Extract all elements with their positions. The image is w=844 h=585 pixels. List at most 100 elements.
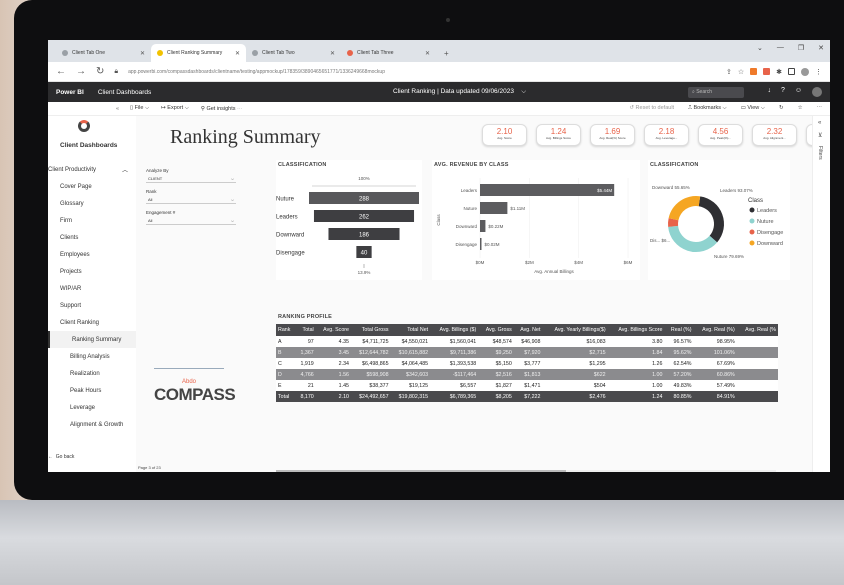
table-row[interactable]: D 4,766 1.56 $598,908 $342,603 -$117,464 $2,51… (276, 369, 778, 380)
report-header-title[interactable]: Client Ranking | Data updated 09/06/2023… (393, 88, 526, 96)
column-header[interactable]: Real (%) (664, 324, 694, 336)
url-field[interactable]: app.powerbi.com/compassdashboards/client… (128, 69, 716, 75)
share-icon[interactable]: ⇪ (726, 68, 732, 76)
column-header[interactable]: Avg. Real (% (736, 324, 778, 336)
column-header[interactable]: Total Gross (350, 324, 391, 336)
nav-subitem[interactable]: Realization (48, 365, 136, 382)
restore-icon[interactable]: ❐ (798, 44, 804, 52)
scrollbar-thumb[interactable] (276, 470, 566, 472)
table-row[interactable]: A 97 4.35 $4,711,725 $4,550,021 $1,560,041 $48… (276, 336, 778, 347)
nav-subitem[interactable]: Leverage (48, 399, 136, 416)
view-menu[interactable]: ▭ View ⌵ (741, 105, 765, 112)
sidepanel-icon[interactable] (788, 68, 795, 75)
nav-subitem[interactable]: Ranking Summary (48, 331, 136, 348)
workspace-name[interactable]: Client Dashboards (98, 89, 151, 96)
tab-search-icon[interactable]: ⌄ (757, 44, 763, 52)
lock-icon[interactable]: 🔒︎ (114, 68, 118, 76)
browser-tab[interactable]: Client Tab Two ✕ (246, 44, 341, 62)
classification-funnel[interactable]: CLASSIFICATION 100% 288 Nuture 262 Leaders 18… (276, 160, 422, 280)
user-avatar[interactable] (812, 87, 822, 97)
collapse-nav-icon[interactable]: « (116, 106, 119, 112)
browser-tab[interactable]: Client Tab One ✕ (56, 44, 151, 62)
legend-entry[interactable]: Disengage (757, 230, 783, 236)
nav-item[interactable]: Clients (48, 229, 136, 246)
nav-item[interactable]: Projects (48, 263, 136, 280)
nav-subitem[interactable]: Billing Analysis (48, 348, 136, 365)
kpi-card[interactable]: 2.32 Avg. Alignment... (752, 124, 797, 146)
powerbi-brand[interactable]: Power BI (56, 89, 84, 96)
legend-entry[interactable]: Downward (757, 241, 783, 247)
column-header[interactable]: Avg. Real (%) (693, 324, 737, 336)
more-options-icon[interactable]: ⋯ (817, 105, 823, 112)
nav-item[interactable]: Employees (48, 246, 136, 263)
column-header[interactable]: Avg. Yearly Billings($) (542, 324, 608, 336)
nav-item[interactable]: Support (48, 297, 136, 314)
slicer-dropdown[interactable]: CLIENT ⌵ (146, 175, 236, 183)
browser-tab[interactable]: Client Tab Three ✕ (341, 44, 436, 62)
column-header[interactable]: Avg. Gross (478, 324, 514, 336)
tab-close-icon[interactable]: ✕ (140, 50, 145, 57)
insights-button[interactable]: ⚲ Get insights ··· (201, 106, 243, 112)
browser-tab[interactable]: Client Ranking Summary ✕ (151, 44, 246, 62)
table-row[interactable]: C 1,919 2.34 $6,498,865 $4,064,485 $1,393,538… (276, 358, 778, 369)
table-row[interactable]: B 1,367 3.45 $12,644,782 $10,615,882 $9,711,3… (276, 347, 778, 358)
column-header[interactable]: Total Net (390, 324, 431, 336)
table-scrollbar[interactable] (276, 470, 776, 472)
nav-subitem[interactable]: Peak Hours (48, 382, 136, 399)
chevron-down-icon[interactable]: ⌵ (521, 88, 526, 95)
nav-item[interactable]: Glossary (48, 195, 136, 212)
donut-slice[interactable] (668, 196, 701, 221)
column-header[interactable]: Avg. Net (513, 324, 543, 336)
ranking-profile-table[interactable]: Rank Total Avg. Score Total Gross Total Net A… (276, 324, 778, 402)
legend-entry[interactable]: Nuture (757, 219, 774, 225)
file-menu[interactable]: ▯ File ⌵ (130, 105, 149, 112)
puzzle-icon[interactable]: ✱ (776, 68, 782, 76)
extension-orange-icon[interactable] (750, 68, 758, 75)
profile-avatar[interactable] (801, 67, 809, 76)
export-menu[interactable]: ↦ Export ⌵ (161, 105, 189, 112)
tab-close-icon[interactable]: ✕ (235, 50, 240, 57)
nav-item[interactable]: Cover Page (48, 178, 136, 195)
download-icon[interactable]: ↓ (767, 87, 771, 97)
classification-donut[interactable]: CLASSIFICATION Downward 55.65% Leaders 93… (648, 160, 790, 280)
nav-item[interactable]: Client Ranking (48, 314, 136, 331)
expand-filters-icon[interactable]: « (818, 120, 821, 126)
column-header[interactable]: Avg. Billings Score (607, 324, 665, 336)
slicer-dropdown[interactable]: All ⌵ (146, 196, 236, 204)
go-back-link[interactable]: ← Go back (48, 454, 74, 460)
column-header[interactable]: Avg. Billings ($) (430, 324, 479, 336)
revenue-by-class-chart[interactable]: AVG. REVENUE BY CLASS $0M $2M $4M $6M Leader… (432, 160, 640, 280)
kpi-card[interactable]: 1.69 Avg. Real(%) Score (590, 124, 635, 146)
column-header[interactable]: Rank (276, 324, 296, 336)
table-row[interactable]: E 21 1.45 $38,377 $19,125 $6,557 $1,827 $1,471 $… (276, 380, 778, 391)
close-window-icon[interactable]: ✕ (818, 44, 824, 52)
minimize-icon[interactable]: — (777, 44, 784, 52)
kpi-card[interactable]: 2.18 Avg. Leverage... (644, 124, 689, 146)
star-icon[interactable]: ☆ (738, 68, 744, 76)
feedback-icon[interactable]: ☺ (795, 87, 802, 97)
refresh-icon[interactable]: ↻ (779, 105, 784, 112)
revenue-bar[interactable] (480, 202, 508, 214)
filters-pane-tab[interactable]: « ⊻ Filters (812, 116, 830, 472)
revenue-bar[interactable] (480, 220, 486, 232)
nav-item[interactable]: Firm (48, 212, 136, 229)
forward-icon[interactable]: → (76, 66, 86, 77)
revenue-bar[interactable] (480, 184, 615, 196)
kpi-card[interactable]: 2.10 Avg. Score (482, 124, 527, 146)
reset-button[interactable]: ↺ Reset to default (629, 105, 674, 112)
kpi-card[interactable]: 1.24 Avg. Billings Score (536, 124, 581, 146)
donut-slice[interactable] (698, 196, 724, 243)
favorite-icon[interactable]: ☆ (798, 105, 803, 112)
reload-icon[interactable]: ↻ (96, 66, 104, 77)
donut-slice[interactable] (668, 225, 718, 252)
nav-subitem[interactable]: Alignment & Growth (48, 416, 136, 433)
search-input[interactable]: ⌕ Search (688, 86, 744, 98)
tab-close-icon[interactable]: ✕ (425, 50, 430, 57)
column-header[interactable]: Total (295, 324, 316, 336)
slicer-dropdown[interactable]: All ⌵ (146, 217, 236, 225)
new-tab-button[interactable]: + (436, 49, 457, 62)
back-icon[interactable]: ← (56, 66, 66, 77)
kpi-card[interactable]: 4.56 Avg. Peak(%)... (698, 124, 743, 146)
tab-close-icon[interactable]: ✕ (330, 50, 335, 57)
nav-item[interactable]: WIP/AR (48, 280, 136, 297)
